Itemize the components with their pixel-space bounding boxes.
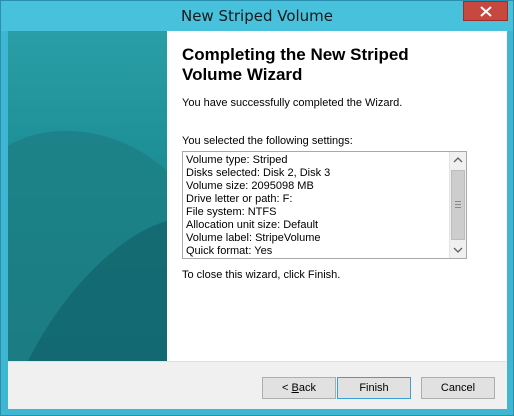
- settings-line-volume-label: Volume label: StripeVolume: [186, 232, 321, 244]
- close-instruction: To close this wizard, click Finish.: [182, 269, 341, 281]
- window-title: New Striped Volume: [180, 7, 334, 25]
- settings-line-file-system: File system: NTFS: [186, 206, 277, 218]
- settings-list: Volume type: Striped Disks selected: Dis…: [186, 154, 330, 258]
- settings-line-disks: Disks selected: Disk 2, Disk 3: [186, 167, 331, 179]
- chevron-up-icon: [453, 157, 463, 163]
- cancel-button[interactable]: Cancel: [421, 377, 495, 399]
- wizard-footer: < Back Finish Cancel: [8, 361, 507, 409]
- back-prefix: <: [282, 382, 292, 394]
- wizard-heading: Completing the New Striped Volume Wizard: [182, 45, 409, 84]
- wizard-content: Completing the New Striped Volume Wizard…: [167, 31, 507, 361]
- scroll-up-button[interactable]: [450, 152, 466, 169]
- back-rest: ack: [298, 382, 316, 394]
- success-message: You have successfully completed the Wiza…: [182, 97, 403, 109]
- settings-line-drive-letter: Drive letter or path: F:: [186, 193, 293, 205]
- finish-button[interactable]: Finish: [337, 377, 411, 399]
- settings-scrollbar[interactable]: [449, 152, 466, 258]
- settings-line-volume-type: Volume type: Striped: [186, 154, 288, 166]
- settings-line-allocation-unit: Allocation unit size: Default: [186, 219, 319, 231]
- settings-line-quick-format: Quick format: Yes: [186, 245, 273, 257]
- back-mnemonic: B: [291, 382, 299, 394]
- wizard-client: Completing the New Striped Volume Wizard…: [8, 31, 507, 409]
- title-bar[interactable]: New Striped Volume: [1, 1, 513, 31]
- settings-summary-box[interactable]: Volume type: Striped Disks selected: Dis…: [182, 151, 467, 259]
- close-icon: [480, 6, 492, 17]
- settings-label: You selected the following settings:: [182, 135, 353, 147]
- chevron-down-icon: [453, 247, 463, 253]
- close-button[interactable]: [463, 1, 508, 21]
- back-button[interactable]: < Back: [262, 377, 336, 399]
- wizard-window: New Striped Volume Completing the New St…: [0, 0, 514, 416]
- scroll-down-button[interactable]: [450, 241, 466, 258]
- wizard-banner-image: [8, 31, 167, 361]
- settings-line-volume-size: Volume size: 2095098 MB: [186, 180, 314, 192]
- scroll-thumb[interactable]: [451, 170, 465, 240]
- thumb-grip-icon: [455, 201, 461, 210]
